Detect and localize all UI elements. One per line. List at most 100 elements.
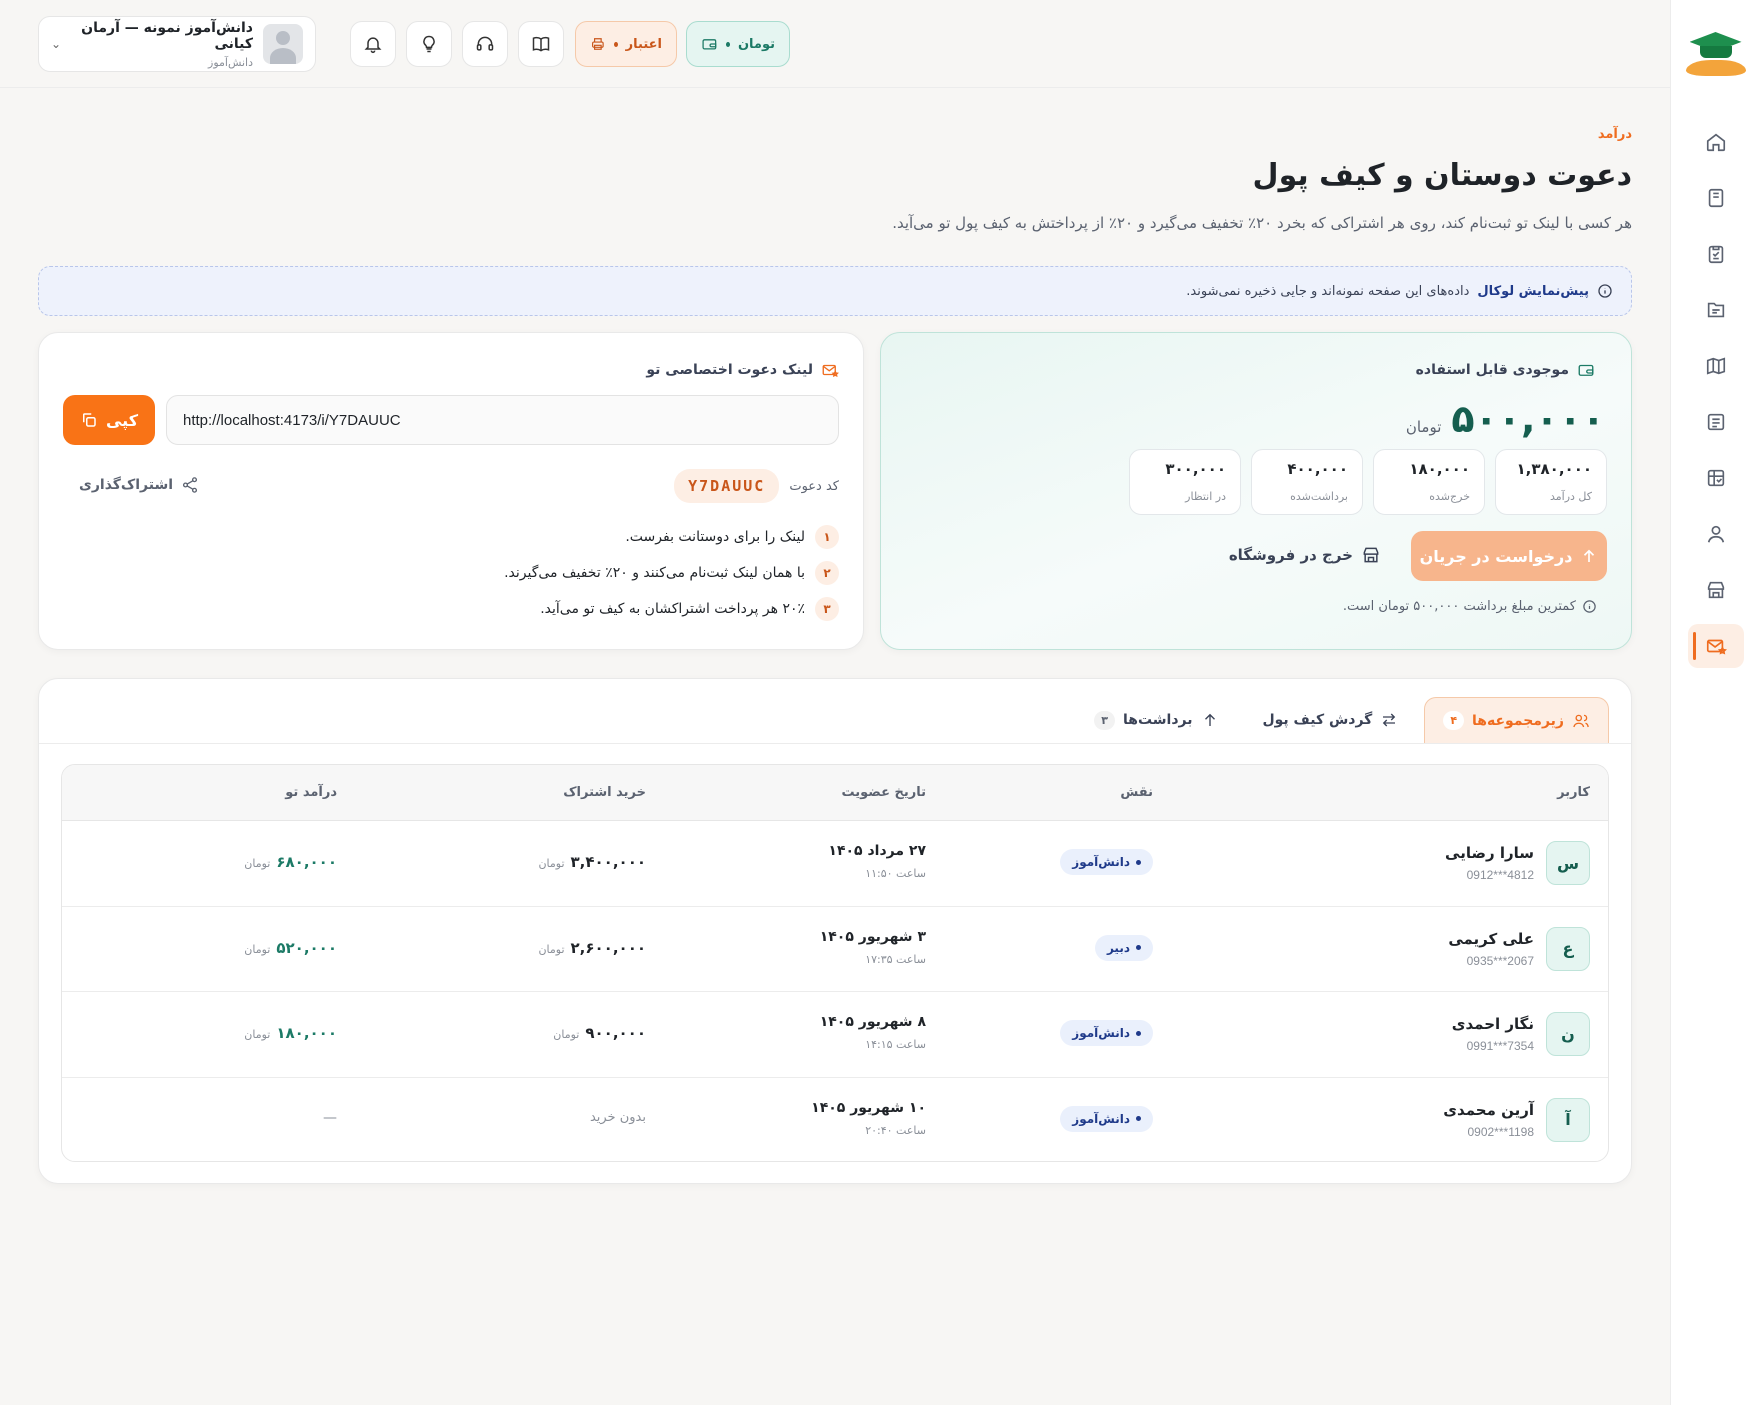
invite-card-header: لینک دعوت اختصاصی تو [646,361,839,379]
invite-steps: ۱ لینک را برای دوستانت بفرست. ۲ با همان … [504,525,839,621]
balance-value: ۵۰۰,۰۰۰ [1451,397,1605,441]
role-badge: دانش‌آموز [1060,1020,1153,1046]
user-name: علی کریمی [1448,929,1534,948]
store-icon [1707,581,1724,599]
wallet-icon [1578,364,1594,376]
user-initial: س [1546,841,1590,885]
wallet-icon [702,39,717,50]
tab-count: ۴ [1443,711,1465,730]
invite-step: ۳ ۲۰٪ هر پرداخت اشتراکشان به کیف تو می‌آ… [504,597,839,621]
invite-step: ۲ با همان لینک ثبت‌نام می‌کنند و ۲۰٪ تخف… [504,561,839,585]
sidebar-item-profile[interactable] [1688,512,1744,556]
withdraw-request-button[interactable]: درخواست در جریان [1411,531,1607,581]
tab-subscribers[interactable]: زیرمجموعه‌ها ۴ [1424,697,1609,743]
balance-amount: ۵۰۰,۰۰۰ تومان [1406,397,1605,441]
role-badge: دانش‌آموز [1060,849,1153,875]
lightbulb-icon [423,35,435,53]
user-phone: 0991***7354 [1466,1039,1534,1053]
balance-card: موجودی قابل استفاده ۵۰۰,۰۰۰ تومان ۱,۳۸۰,… [880,332,1632,650]
invite-link-field[interactable]: http://localhost:4173/i/Y7DAUUC [166,395,839,445]
app-logo[interactable] [1684,28,1748,80]
home-icon [1706,133,1725,152]
user-name: دانش‌آموز نمونه — آرمان کیانی [81,19,253,52]
sidebar-item-files[interactable] [1688,288,1744,332]
sidebar [1670,0,1760,1405]
user-phone: 0912***4812 [1466,868,1534,882]
balance-title: موجودی قابل استفاده [1415,362,1569,378]
store-icon [1363,547,1379,563]
table-row[interactable]: س سارا رضایی 0912***4812 دانش‌آموز ۲۷ مر… [62,821,1608,907]
user-name: نگار احمدی [1451,1015,1534,1033]
col-income: درآمد تو [285,785,337,800]
tab-count: ۳ [1094,710,1115,730]
wallet-button[interactable]: تومان [686,21,790,67]
page-subtitle: هر کسی با لینک تو ثبت‌نام کند، روی هر اش… [892,214,1632,232]
tips-button[interactable] [406,21,452,67]
sidebar-item-book[interactable] [1688,176,1744,220]
sidebar-item-referral[interactable] [1687,624,1744,668]
table-row[interactable]: آ آرین محمدی 0902***1198 دانش‌آموز ۱۰ شه… [62,1078,1608,1162]
shop-label: خرج در فروشگاه [1228,546,1353,564]
support-button[interactable] [462,21,508,67]
withdraw-label: درخواست در جریان [1419,546,1573,566]
page-title: دعوت دوستان و کیف پول [1252,158,1632,193]
sidebar-item-exam[interactable] [1688,456,1744,500]
min-withdraw-note: کمترین مبلغ برداشت ۵۰۰,۰۰۰ تومان است. [1343,599,1597,614]
user-role: دانش‌آموز [208,55,253,69]
notice-bold: پیش‌نمایش لوکال [1477,283,1589,299]
role-badge: دبیر [1094,934,1153,961]
user-menu[interactable]: دانش‌آموز نمونه — آرمان کیانی دانش‌آموز … [38,16,316,72]
subscribers-table: کاربر نقش تاریخ عضویت خرید اشتراک درآمد … [61,764,1609,1162]
invite-title: لینک دعوت اختصاصی تو [646,362,813,378]
sidebar-item-map[interactable] [1688,344,1744,388]
stat-total-income: ۱,۳۸۰,۰۰۰ کل درآمد [1495,449,1607,515]
subscribers-card: زیرمجموعه‌ها ۴ گردش کیف پول برداشت‌ها ۳ … [38,678,1632,1184]
info-icon [1598,284,1612,298]
document-icon [1707,413,1724,431]
copy-link-button[interactable]: کپی [63,395,155,445]
invite-code-label: کد دعوت [789,478,839,494]
guide-button[interactable] [518,21,564,67]
share-label: اشتراک‌گذاری [79,477,174,493]
table-row[interactable]: ن نگار احمدی 0991***7354 دانش‌آموز ۸ شهر… [62,992,1608,1078]
notifications-button[interactable] [350,21,396,67]
sidebar-item-docs[interactable] [1688,400,1744,444]
folder-icon [1707,302,1724,318]
balance-stats: ۱,۳۸۰,۰۰۰ کل درآمد ۱۸۰,۰۰۰ خرج‌شده ۴۰۰,۰… [1129,449,1607,515]
tab-withdrawals[interactable]: برداشت‌ها ۳ [1076,697,1236,743]
col-user: کاربر [1557,785,1590,800]
swap-icon [1383,713,1396,727]
table-header: کاربر نقش تاریخ عضویت خرید اشتراک درآمد … [62,765,1608,821]
sidebar-item-home[interactable] [1688,120,1744,164]
credit-button[interactable]: اعتبار [575,21,677,67]
invite-card: لینک دعوت اختصاصی تو http://localhost:41… [38,332,864,650]
book-icon [1708,188,1723,208]
tab-wallet-history[interactable]: گردش کیف پول [1245,697,1417,743]
spend-in-store-button[interactable]: خرج در فروشگاه [1229,545,1381,565]
col-purchase: خرید اشتراک [563,785,646,800]
invite-code-row: کد دعوت Y7DAUUC [674,469,839,503]
col-role: نقش [1120,785,1153,800]
copy-icon [82,413,96,427]
table-row[interactable]: ع علی کریمی 0935***2067 دبیر ۳ شهریور ۱۴… [62,907,1608,992]
user-phone: 0902***1198 [1467,1124,1534,1139]
tab-bar: زیرمجموعه‌ها ۴ گردش کیف پول برداشت‌ها ۳ [1076,697,1609,743]
user-name: آرین محمدی [1443,1100,1534,1119]
role-badge: دانش‌آموز [1060,1105,1153,1132]
invite-code[interactable]: Y7DAUUC [674,469,780,503]
invite-step: ۱ لینک را برای دوستانت بفرست. [504,525,839,549]
user-initial: ع [1546,926,1590,971]
sidebar-item-store[interactable] [1688,568,1744,612]
topbar: دانش‌آموز نمونه — آرمان کیانی دانش‌آموز … [0,0,1670,88]
credit-label: اعتبار [625,36,662,52]
user-initial: ن [1546,1012,1590,1056]
open-book-icon [532,36,550,52]
user-phone: 0935***2067 [1466,953,1534,968]
share-icon [182,477,198,493]
stat-pending: ۳۰۰,۰۰۰ در انتظار [1129,449,1241,515]
sidebar-item-tasks[interactable] [1688,232,1744,276]
mail-star-icon [1706,639,1727,655]
share-button[interactable]: اشتراک‌گذاری [79,476,199,494]
sidebar-nav [1671,120,1760,668]
wallet-label: تومان [737,36,775,52]
